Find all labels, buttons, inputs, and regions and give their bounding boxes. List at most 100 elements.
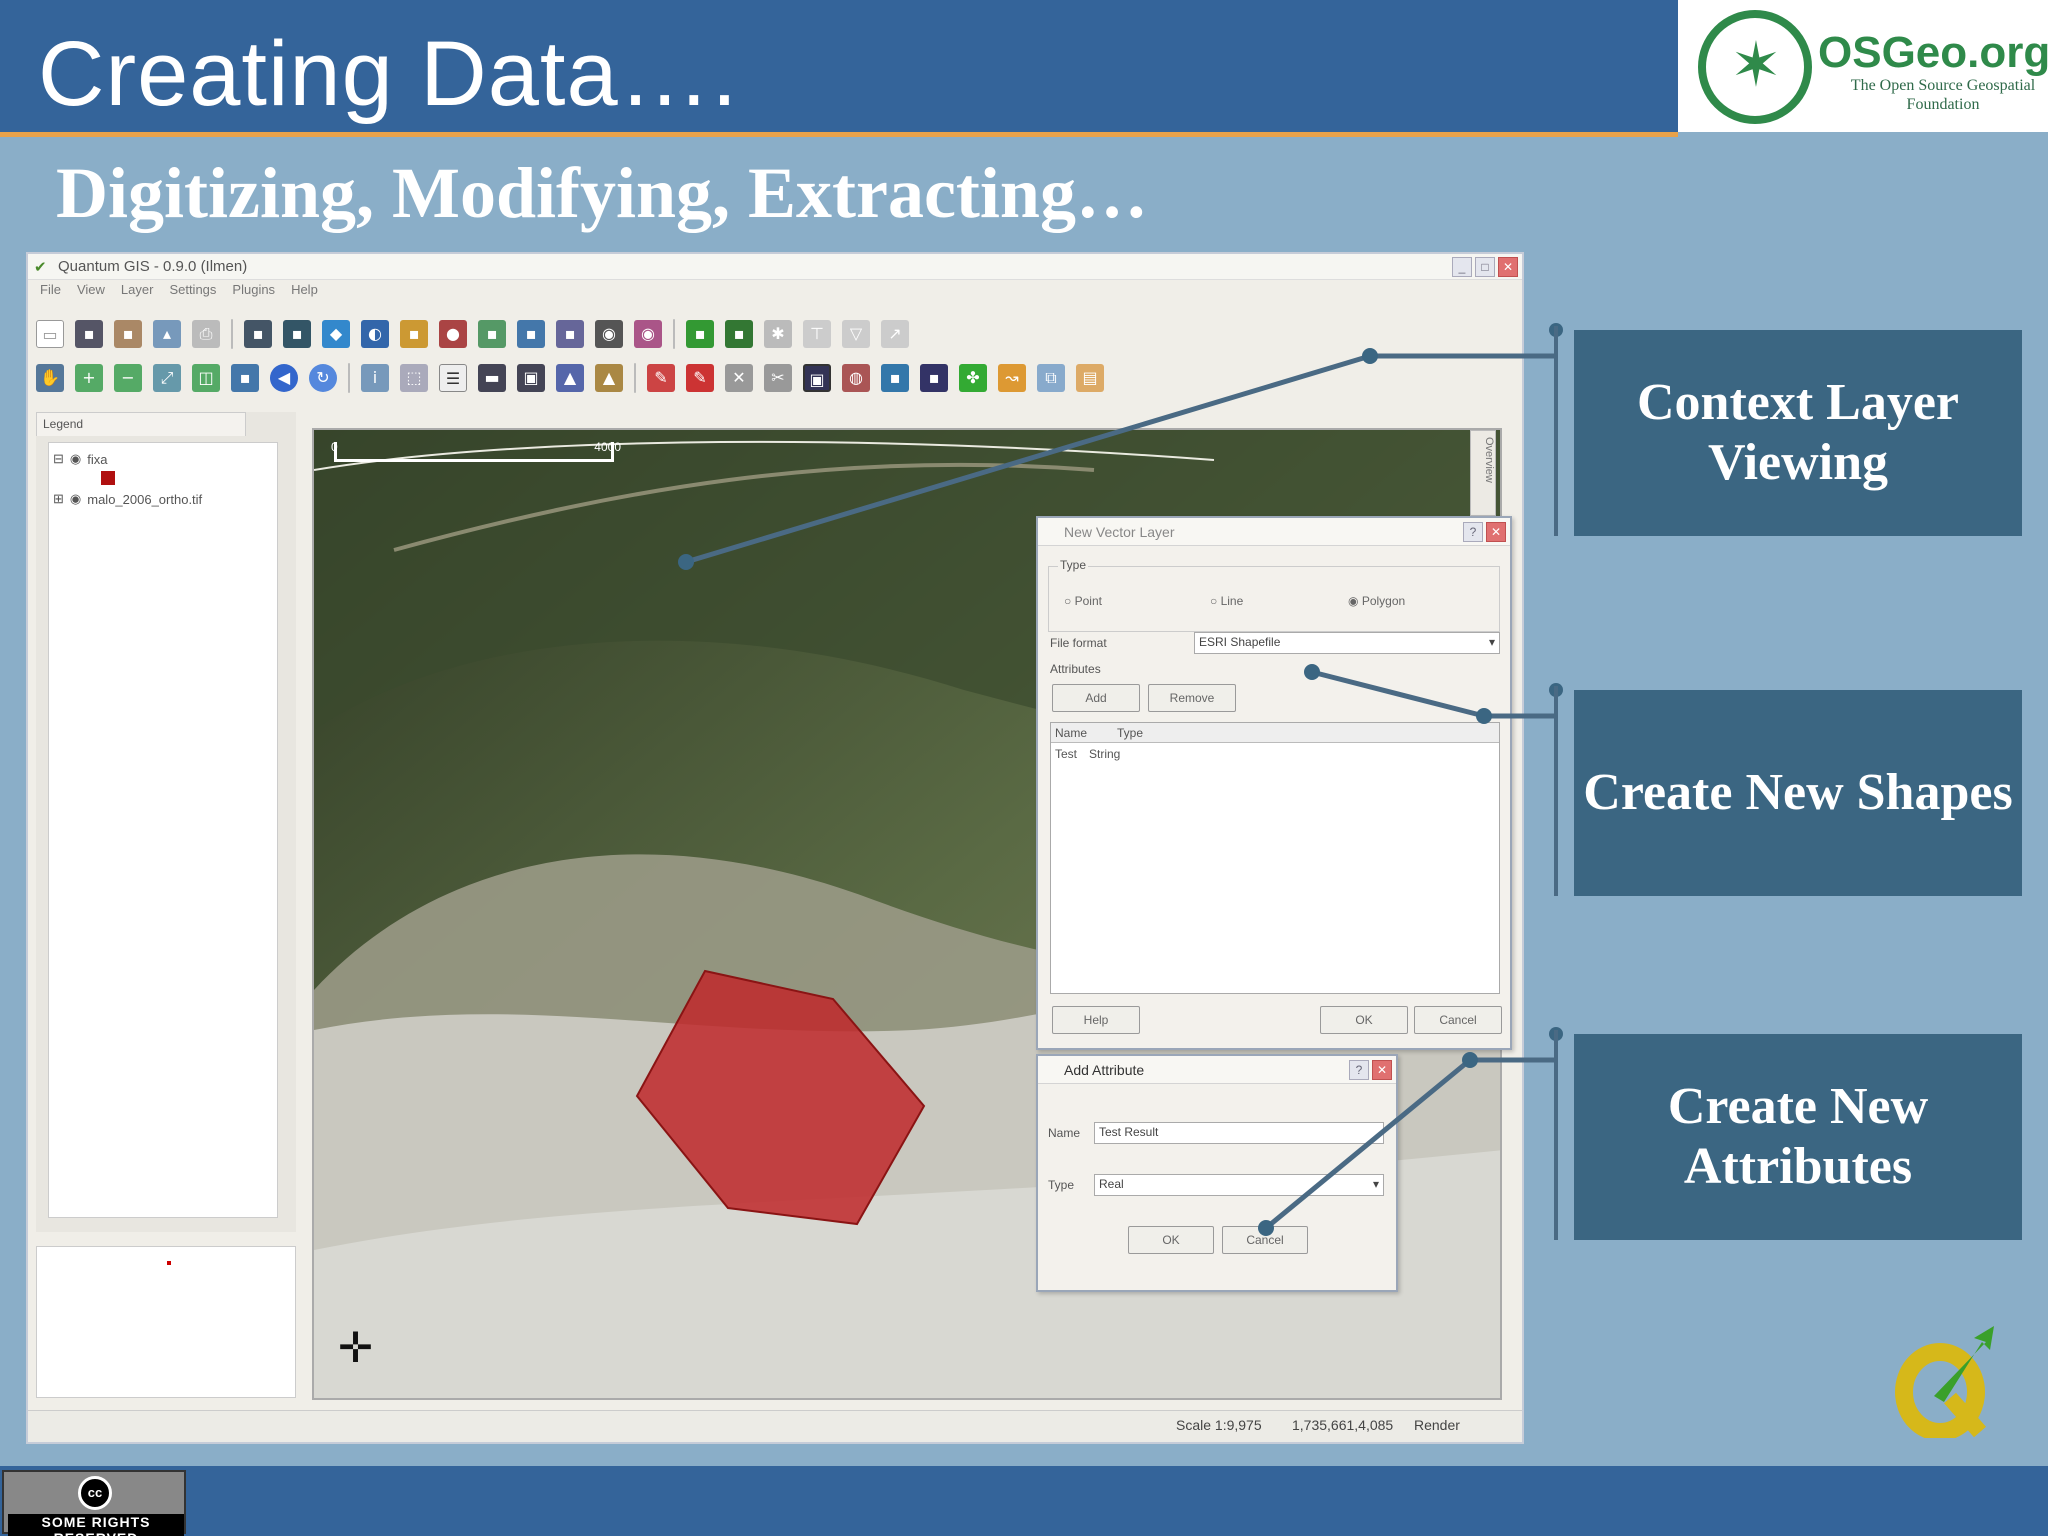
edit-feature-icon[interactable]: ✎ — [686, 364, 714, 392]
identify-icon[interactable]: i — [361, 364, 389, 392]
split-features-icon[interactable]: ▪ — [920, 364, 948, 392]
ok-button[interactable]: OK — [1128, 1226, 1214, 1254]
add-raster-icon[interactable]: ▪ — [283, 320, 311, 348]
grass-icon[interactable]: ▪ — [725, 320, 753, 348]
point-radio[interactable]: ○ Point — [1064, 594, 1102, 608]
help-icon[interactable]: ? — [1349, 1060, 1369, 1080]
legend-item[interactable]: ⊟ ◉ fixa — [53, 451, 107, 467]
zoom-selection-icon[interactable]: ◫ — [192, 364, 220, 392]
menu-help[interactable]: Help — [291, 282, 318, 306]
zoom-in-icon[interactable]: + — [75, 364, 103, 392]
move-vertex-icon[interactable]: ↗ — [881, 320, 909, 348]
map-toolbar: ✋ + − ⤢ ◫ ▪ ◀ ↻ i ⬚ ☰ ▬ ▣ ▲ ▲ ✎ ✎ ✕ ✂ ▣ … — [36, 358, 1104, 398]
legend-item[interactable]: ⊞ ◉ malo_2006_ortho.tif — [53, 491, 202, 507]
help-icon[interactable]: ? — [1463, 522, 1483, 542]
qgis-app-icon: ✔ — [34, 259, 47, 276]
cancel-button[interactable]: Cancel — [1414, 1006, 1502, 1034]
remove-button[interactable]: Remove — [1148, 684, 1236, 712]
menu-layer[interactable]: Layer — [121, 282, 154, 306]
file-format-select[interactable]: ESRI Shapefile ▾ — [1194, 632, 1500, 654]
python-icon[interactable]: ↝ — [998, 364, 1026, 392]
overview-icon[interactable]: ▪ — [556, 320, 584, 348]
show-all-icon[interactable]: ▪ — [478, 320, 506, 348]
overview-panel[interactable] — [36, 1246, 296, 1398]
legend-tab[interactable]: Legend — [36, 412, 246, 436]
zoom-out-icon[interactable]: − — [114, 364, 142, 392]
minimize-button[interactable]: _ — [1452, 257, 1472, 277]
capture-polygon-icon[interactable]: ▽ — [842, 320, 870, 348]
type-select[interactable]: Real ▾ — [1094, 1174, 1384, 1196]
new-vector-icon[interactable]: ● — [439, 320, 467, 348]
toggle-editing-icon[interactable]: ✎ — [647, 364, 675, 392]
cancel-button[interactable]: Cancel — [1222, 1226, 1308, 1254]
add-button[interactable]: Add — [1052, 684, 1140, 712]
measure-area-icon[interactable]: ▣ — [517, 364, 545, 392]
ok-button[interactable]: OK — [1320, 1006, 1408, 1034]
add-island-icon[interactable]: ▪ — [881, 364, 909, 392]
capture-polygon-active-icon[interactable]: ▣ — [803, 364, 831, 392]
attribute-table-icon[interactable]: ☰ — [439, 364, 467, 392]
zoom-full-icon[interactable]: ⤢ — [153, 364, 181, 392]
type-groupbox — [1048, 566, 1500, 632]
expand-icon[interactable]: ⊞ — [53, 491, 64, 507]
menu-plugins[interactable]: Plugins — [232, 282, 275, 306]
overview-side-tab[interactable]: Overview — [1470, 430, 1496, 516]
visibility-icon[interactable]: ◉ — [70, 451, 81, 467]
close-button[interactable]: ✕ — [1372, 1060, 1392, 1080]
table-row[interactable]: Test String — [1051, 745, 1499, 763]
add-postgis-icon[interactable]: ◆ — [322, 320, 350, 348]
plugin-manager-icon[interactable]: ✤ — [959, 364, 987, 392]
add-wms-icon[interactable]: ◐ — [361, 320, 389, 348]
name-field[interactable]: Test Result — [1094, 1122, 1384, 1144]
help-button[interactable]: Help — [1052, 1006, 1140, 1034]
copy-features-icon[interactable]: ⧉ — [1037, 364, 1065, 392]
capture-point-icon[interactable]: ✱ — [764, 320, 792, 348]
render-checkbox-label[interactable]: Render — [1414, 1417, 1460, 1433]
attributes-table[interactable]: Name Type Test String — [1050, 722, 1500, 994]
zoom-last-icon[interactable]: ◀ — [270, 364, 298, 392]
close-button[interactable]: ✕ — [1498, 257, 1518, 277]
pan-icon[interactable]: ✋ — [36, 364, 64, 392]
table-header: Name Type — [1051, 723, 1499, 743]
capture-line-icon[interactable]: ⊤ — [803, 320, 831, 348]
column-header-type[interactable]: Type — [1117, 726, 1143, 740]
measure-line-icon[interactable]: ▬ — [478, 364, 506, 392]
status-coords: 1,735,661,4,085 — [1292, 1417, 1394, 1433]
hide-all-icon[interactable]: ▪ — [517, 320, 545, 348]
line-radio[interactable]: ○ Line — [1210, 594, 1243, 608]
new-vector-layer-dialog: New Vector Layer ? ✕ Type ○ Point ○ Line… — [1036, 516, 1512, 1050]
expand-icon[interactable]: ⊟ — [53, 451, 64, 467]
cc-license-badge[interactable]: cc SOME RIGHTS RESERVED — [2, 1470, 186, 1536]
plugin-icon[interactable]: ◉ — [634, 320, 662, 348]
map-tips-icon[interactable]: ▲ — [556, 364, 584, 392]
layer-props-icon[interactable]: ◉ — [595, 320, 623, 348]
menu-view[interactable]: View — [77, 282, 105, 306]
new-project-icon[interactable]: ▭ — [36, 320, 64, 348]
menu-settings[interactable]: Settings — [169, 282, 216, 306]
print-icon[interactable]: ⎙ — [192, 320, 220, 348]
polygon-radio[interactable]: ◉ Polygon — [1348, 594, 1405, 608]
maximize-button[interactable]: □ — [1475, 257, 1495, 277]
cut-features-icon[interactable]: ✂ — [764, 364, 792, 392]
save-icon[interactable]: ▪ — [75, 320, 103, 348]
toolbar-separator — [673, 319, 675, 349]
add-ring-icon[interactable]: ◍ — [842, 364, 870, 392]
new-bookmark-icon[interactable]: ▲ — [595, 364, 623, 392]
open-icon[interactable]: ▴ — [153, 320, 181, 348]
save-as-icon[interactable]: ▪ — [114, 320, 142, 348]
column-header-name[interactable]: Name — [1055, 726, 1087, 740]
remove-layer-icon[interactable]: ▪ — [400, 320, 428, 348]
menu-file[interactable]: File — [40, 282, 61, 306]
select-icon[interactable]: ⬚ — [400, 364, 428, 392]
delete-selected-icon[interactable]: ✕ — [725, 364, 753, 392]
paste-features-icon[interactable]: ▤ — [1076, 364, 1104, 392]
toolbar-separator — [231, 319, 233, 349]
visibility-icon[interactable]: ◉ — [70, 491, 81, 507]
refresh-icon[interactable]: ↻ — [309, 364, 337, 392]
close-button[interactable]: ✕ — [1486, 522, 1506, 542]
osgeo-logo: ✶ OSGeo.org The Open Source Geospatial F… — [1678, 0, 2048, 132]
gps-icon[interactable]: ▪ — [686, 320, 714, 348]
zoom-layer-icon[interactable]: ▪ — [231, 364, 259, 392]
qgis-logo-icon — [1895, 1326, 1994, 1438]
add-vector-icon[interactable]: ▪ — [244, 320, 272, 348]
